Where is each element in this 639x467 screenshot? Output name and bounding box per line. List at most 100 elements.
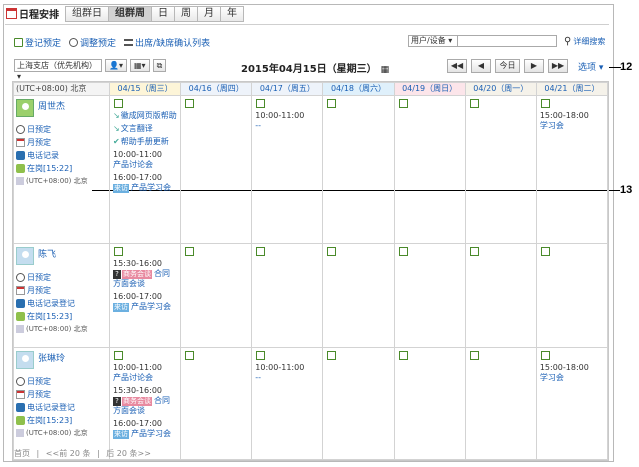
next-week-button[interactable]: ▶ bbox=[524, 59, 544, 73]
schedule-event[interactable]: 10:00-11:00 产品讨论会 bbox=[113, 363, 177, 383]
add-schedule-icon[interactable] bbox=[185, 99, 195, 108]
tab-group-day[interactable]: 组群日 bbox=[65, 5, 109, 22]
add-schedule-icon[interactable] bbox=[540, 351, 550, 360]
event-name[interactable]: -- bbox=[255, 121, 261, 130]
search-icon[interactable]: ⚲ bbox=[564, 36, 571, 47]
day-cell[interactable] bbox=[322, 95, 395, 244]
schedule-event[interactable]: 15:00-18:00 学习会 bbox=[540, 111, 604, 131]
day-cell[interactable]: 15:00-18:00 学习会 bbox=[535, 347, 609, 460]
day-cell[interactable] bbox=[251, 243, 324, 348]
schedule-event[interactable]: 10:00-11:00 -- bbox=[255, 363, 319, 383]
add-schedule-icon[interactable] bbox=[256, 247, 266, 256]
add-schedule-icon[interactable] bbox=[185, 247, 195, 256]
day-cell[interactable]: 15:30-16:00? 商务会谈 合同方面会谈 16:00-17:00 来访 产品学习会 bbox=[108, 243, 182, 348]
copy-icon[interactable]: ⧉ bbox=[152, 59, 167, 72]
day-cell[interactable] bbox=[535, 243, 609, 348]
month-schedule-link[interactable]: 月预定 bbox=[16, 285, 107, 296]
event-name[interactable]: 学习会 bbox=[540, 121, 564, 130]
presence-status-link[interactable]: 在岗[15:23] bbox=[16, 311, 107, 322]
tab-week[interactable]: 周 bbox=[175, 5, 198, 22]
register-button[interactable]: 登记预定 bbox=[14, 36, 61, 49]
schedule-event[interactable]: ↘文言翻译 bbox=[113, 124, 177, 134]
day-schedule-link[interactable]: 日预定 bbox=[16, 124, 107, 135]
presence-status-link[interactable]: 在岗[15:23] bbox=[16, 415, 107, 426]
schedule-event[interactable]: ↘徽成网页版帮助 bbox=[113, 111, 177, 121]
add-schedule-icon[interactable] bbox=[398, 99, 408, 108]
event-name[interactable]: 产品学习会 bbox=[131, 302, 171, 311]
day-cell[interactable]: 10:00-11:00 -- bbox=[251, 95, 324, 244]
detail-search-link[interactable]: 详细搜索 bbox=[573, 36, 605, 47]
day-cell[interactable] bbox=[393, 243, 466, 348]
day-schedule-link[interactable]: 日预定 bbox=[16, 376, 107, 387]
add-schedule-icon[interactable] bbox=[398, 247, 408, 256]
day-header[interactable]: 04/16（周四） bbox=[180, 82, 253, 96]
search-input[interactable] bbox=[458, 35, 557, 47]
tab-year[interactable]: 年 bbox=[221, 5, 244, 22]
day-cell[interactable]: 10:00-11:00 -- bbox=[251, 347, 324, 460]
day-cell[interactable] bbox=[322, 243, 395, 348]
add-schedule-icon[interactable] bbox=[114, 99, 123, 108]
event-name[interactable]: 产品学习会 bbox=[131, 429, 171, 438]
add-schedule-icon[interactable] bbox=[114, 351, 123, 360]
event-name[interactable]: 产品讨论会 bbox=[113, 160, 153, 169]
add-schedule-icon[interactable] bbox=[256, 99, 266, 108]
add-schedule-icon[interactable] bbox=[540, 99, 550, 108]
day-header[interactable]: 04/19（周日） bbox=[393, 82, 466, 96]
event-name[interactable]: 学习会 bbox=[540, 373, 564, 382]
date-picker-icon[interactable]: ▦ bbox=[381, 65, 390, 75]
schedule-event[interactable]: ✔帮助手册更新 bbox=[113, 137, 177, 147]
attendance-list-button[interactable]: 出席/缺席确认列表 bbox=[124, 36, 210, 49]
day-cell[interactable]: 15:00-18:00 学习会 bbox=[535, 95, 609, 244]
event-name[interactable]: 产品学习会 bbox=[131, 183, 171, 192]
pager-prev-link[interactable]: <<前 20 条 bbox=[46, 449, 91, 458]
user-name-link[interactable]: 陈飞 bbox=[38, 247, 56, 260]
day-header[interactable]: 04/17（周五） bbox=[251, 82, 324, 96]
day-header[interactable]: 04/18（周六） bbox=[322, 82, 395, 96]
pager-next-link[interactable]: 后 20 条>> bbox=[106, 449, 151, 458]
schedule-event[interactable]: 15:30-16:00? 商务会谈 合同方面会谈 bbox=[113, 386, 177, 416]
event-name[interactable]: 产品讨论会 bbox=[113, 373, 153, 382]
add-schedule-icon[interactable] bbox=[256, 351, 266, 360]
tab-day[interactable]: 日 bbox=[152, 5, 175, 22]
tab-month[interactable]: 月 bbox=[198, 5, 221, 22]
event-name[interactable]: -- bbox=[255, 373, 261, 382]
user-name-link[interactable]: 周世杰 bbox=[38, 99, 65, 112]
day-cell[interactable] bbox=[393, 95, 466, 244]
day-cell[interactable] bbox=[464, 347, 537, 460]
add-schedule-icon[interactable] bbox=[469, 351, 479, 360]
day-header[interactable]: 04/21（周二） bbox=[535, 82, 609, 96]
add-schedule-icon[interactable] bbox=[469, 247, 479, 256]
schedule-event[interactable]: 15:30-16:00? 商务会谈 合同方面会谈 bbox=[113, 259, 177, 289]
event-name[interactable]: 徽成网页版帮助 bbox=[121, 111, 177, 120]
schedule-event[interactable]: 16:00-17:00 来访 产品学习会 bbox=[113, 173, 177, 193]
day-cell[interactable] bbox=[180, 347, 253, 460]
day-cell[interactable] bbox=[393, 347, 466, 460]
add-schedule-icon[interactable] bbox=[327, 351, 337, 360]
schedule-event[interactable]: 10:00-11:00 -- bbox=[255, 111, 319, 131]
options-link[interactable]: 选项 ▾ bbox=[578, 60, 603, 73]
event-name[interactable]: 帮助手册更新 bbox=[121, 137, 169, 146]
add-schedule-icon[interactable] bbox=[327, 99, 337, 108]
month-schedule-link[interactable]: 月预定 bbox=[16, 389, 107, 400]
presence-status-link[interactable]: 在岗[15:22] bbox=[16, 163, 107, 174]
prev-week-button[interactable]: ◀ bbox=[471, 59, 491, 73]
day-cell[interactable] bbox=[322, 347, 395, 460]
search-scope-select[interactable]: 用户/设备 ▾ bbox=[408, 35, 458, 47]
add-schedule-icon[interactable] bbox=[185, 351, 195, 360]
first-week-button[interactable]: ◀◀ bbox=[447, 59, 467, 73]
add-schedule-icon[interactable] bbox=[469, 99, 479, 108]
day-cell[interactable] bbox=[464, 95, 537, 244]
day-schedule-link[interactable]: 日预定 bbox=[16, 272, 107, 283]
schedule-event[interactable]: 16:00-17:00 来访 产品学习会 bbox=[113, 419, 177, 439]
tab-group-week[interactable]: 组群周 bbox=[109, 5, 152, 22]
day-header[interactable]: 04/20（周一） bbox=[464, 82, 537, 96]
add-schedule-icon[interactable] bbox=[327, 247, 337, 256]
org-select[interactable]: 上海支店（优先机构） ▾ bbox=[14, 59, 102, 81]
event-name[interactable]: 文言翻译 bbox=[121, 124, 153, 133]
adjust-button[interactable]: 调整预定 bbox=[69, 36, 116, 49]
phone-record-link[interactable]: 电话记录登记 bbox=[16, 298, 107, 309]
user-name-link[interactable]: 张琳玲 bbox=[38, 351, 65, 364]
day-cell[interactable] bbox=[464, 243, 537, 348]
day-cell[interactable]: ↘徽成网页版帮助 ↘文言翻译 ✔帮助手册更新 10:00-11:00 产品讨论会 16:0… bbox=[108, 95, 182, 244]
month-schedule-link[interactable]: 月预定 bbox=[16, 137, 107, 148]
